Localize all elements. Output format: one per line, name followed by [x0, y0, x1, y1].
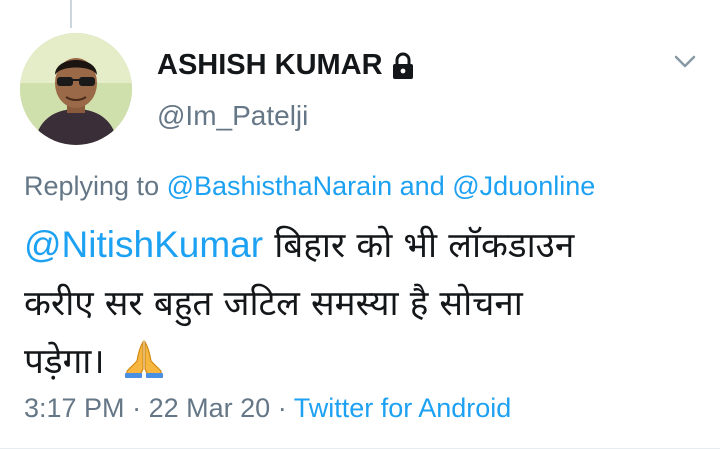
tweet-text-segment-3: पड़ेगा। [24, 342, 105, 382]
reply-mention-link[interactable]: @BashisthaNarain [167, 171, 393, 201]
reply-mention-link-2[interactable]: @Jduonline [452, 171, 595, 201]
tweet-date[interactable]: 22 Mar 20 [149, 393, 271, 423]
mention-link[interactable]: @NitishKumar [24, 224, 263, 265]
avatar[interactable] [20, 33, 132, 145]
meta-separator-2: · [277, 393, 287, 423]
tweet-source-link[interactable]: Twitter for Android [294, 393, 512, 423]
lock-icon [391, 52, 415, 80]
reply-and-label[interactable]: and [400, 171, 445, 201]
tweet-text-line-1: @NitishKumar बिहार को भी लॉकडाउन [24, 216, 694, 275]
author-handle[interactable]: @Im_Patelji [157, 100, 308, 132]
replying-to-line: Replying to @BashisthaNarain and @Jduonl… [24, 171, 595, 202]
author-name-row[interactable]: ASHISH KUMAR [157, 49, 415, 82]
tweet-text-line-3: पड़ेगा। [24, 333, 694, 397]
tweet-time[interactable]: 3:17 PM [24, 393, 125, 423]
chevron-down-icon[interactable] [674, 54, 696, 70]
folded-hands-icon [122, 339, 166, 397]
meta-separator: · [132, 393, 142, 423]
tweet-text-line-2: करीए सर बहुत जटिल समस्या है सोचना [24, 284, 523, 324]
avatar-photo [20, 33, 132, 145]
thread-connector-line [70, 0, 72, 28]
tweet-text-segment: बिहार को भी लॉकडाउन [274, 226, 575, 266]
replying-to-label: Replying to [24, 171, 160, 201]
tweet-meta: 3:17 PM · 22 Mar 20 · Twitter for Androi… [24, 393, 511, 424]
author-display-name[interactable]: ASHISH KUMAR [157, 49, 383, 82]
tweet-text: @NitishKumar बिहार को भी लॉकडाउन करीए सर… [24, 216, 694, 397]
